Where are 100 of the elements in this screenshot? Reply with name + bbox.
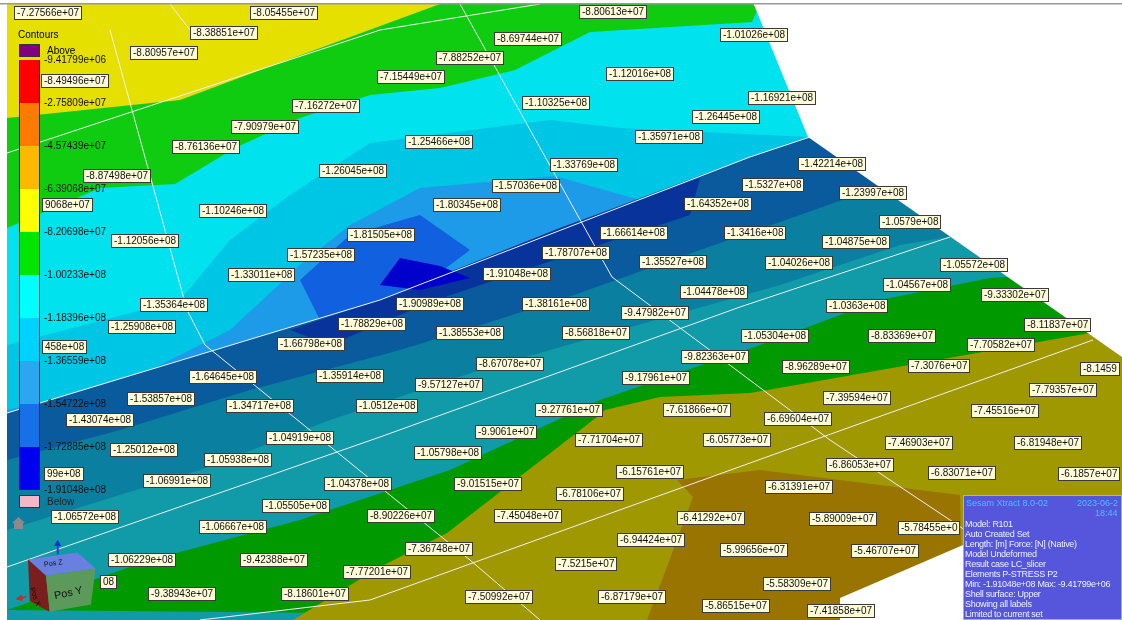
value-label: -1.16921e+08 [748,91,816,105]
info-line: Elements P-STRESS P2 [965,569,1058,579]
value-label: -1.38553e+08 [436,326,504,340]
value-label: -8.80613e+07 [579,5,647,19]
value-label: -9.01515e+07 [454,477,522,491]
legend-label: Above [47,46,76,56]
value-label: -7.77201e+07 [343,565,411,579]
info-line: Min: -1.91048e+08 Max: -9.41799e+06 [965,579,1111,589]
value-label: -1.04378e+08 [324,477,392,491]
value-label: -1.90989e+08 [396,297,464,311]
value-label: -6.94424e+07 [617,533,685,547]
value-label: -7.46903e+07 [885,436,953,450]
value-label: -7.15449e+07 [377,70,445,84]
value-label: -1.04919e+08 [266,431,334,445]
value-label: -1.80345e+08 [433,198,501,212]
legend-value: -8.20698e+07 [44,227,106,237]
value-label: -1.0512e+08 [356,399,419,413]
value-label: 458e+08 [42,340,88,354]
value-label: -7.45048e+07 [494,509,562,523]
value-label: -6.87179e+07 [598,590,666,604]
value-label: -9.42388e+07 [240,553,308,567]
value-label: -5.78455e+0 [898,521,961,535]
value-label: -1.78829e+08 [338,317,406,331]
value-label: -1.04026e+08 [765,256,833,270]
value-label: -1.26445e+08 [692,110,760,124]
value-label: -1.53857e+08 [127,392,195,406]
legend-value: -1.54722e+08 [44,399,106,409]
value-label: -1.05304e+08 [741,329,809,343]
legend-value: -1.18396e+08 [44,313,106,323]
value-label: -1.64645e+08 [189,370,257,384]
cube-face-label: Pos Y [52,583,84,602]
value-label: -1.06229e+08 [108,553,176,567]
value-label: -6.78106e+07 [556,487,624,501]
value-label: -7.90979e+07 [231,120,299,134]
value-label: -6.05773e+07 [703,433,771,447]
legend-value: -6.39068e+07 [44,184,106,194]
info-line: Model Undeformed [965,549,1037,559]
value-label: -8.83369e+07 [868,329,936,343]
value-label: -1.12016e+08 [606,67,674,81]
value-label: -6.69604e+07 [764,412,832,426]
value-label: -1.5327e+08 [742,178,805,192]
value-label: -9.27761e+07 [535,403,603,417]
value-label: -7.39594e+07 [823,391,891,405]
value-label: -1.35364e+08 [140,298,208,312]
view-cube[interactable] [28,552,96,612]
value-label: -1.81505e+08 [347,228,415,242]
value-label: -1.66798e+08 [277,337,345,351]
value-label: -6.31391e+07 [765,480,833,494]
value-label: -1.05798e+08 [414,446,482,460]
value-label: -8.56818e+07 [562,326,630,340]
value-label: -7.70582e+07 [967,338,1035,352]
value-label: -5.86515e+07 [702,599,770,613]
value-label: 99e+08 [44,467,84,481]
value-label: -1.35971e+08 [635,130,703,144]
info-line: Showing all labels [965,599,1032,609]
value-label: -1.0363e+08 [826,299,889,313]
value-label: -1.06667e+08 [199,520,267,534]
value-label: -1.91048e+08 [483,267,551,281]
legend-value: -1.36559e+08 [44,356,106,366]
value-label: -7.27566e+07 [14,6,82,20]
info-line: Limited to current set [965,609,1043,619]
value-label: -7.50992e+07 [465,590,533,604]
value-label: -1.01026e+08 [720,28,788,42]
value-label: -1.10325e+08 [522,96,590,110]
info-line: Length: [m] Force: [N] (Native) [965,539,1077,549]
value-label: -6.83071e+07 [928,466,996,480]
value-label: -1.35914e+08 [316,369,384,383]
value-label: -5.89009e+07 [809,512,877,526]
value-label: -8.67078e+07 [476,357,544,371]
value-label: -5.46707e+07 [851,544,919,558]
value-label: -7.71704e+07 [575,433,643,447]
value-label: -1.26045e+08 [319,164,387,178]
legend-value: -9.41799e+06 [44,55,106,65]
info-line: Auto Created Set [965,529,1030,539]
value-label: -7.79357e+07 [1029,383,1097,397]
legend-value: -4.57439e+07 [44,141,106,151]
value-label: -1.35527e+08 [639,255,707,269]
legend-title: Contours [18,30,59,40]
value-label: -7.61866e+07 [663,403,731,417]
value-label: -1.78707e+08 [542,246,610,260]
value-label: -1.05505e+08 [262,499,330,513]
value-label: -1.57036e+08 [492,179,560,193]
value-label: -9.47982e+07 [621,306,689,320]
value-label: -1.06991e+08 [143,474,211,488]
value-label: -1.05938e+08 [204,453,272,467]
info-title: Sesam Xtract 8.0-02 [966,498,1049,508]
info-line: Result case LC_slicer [965,559,1046,569]
value-label: -8.49496e+07 [41,74,109,88]
value-label: -1.42214e+08 [798,157,866,171]
value-label: -1.06572e+08 [51,510,119,524]
value-label: -6.1857e+07 [1058,467,1121,481]
value-label: -1.23997e+08 [839,186,907,200]
value-label: -1.64352e+08 [684,197,752,211]
legend-value: -1.72885e+08 [44,442,106,452]
value-label: -1.38161e+08 [522,297,590,311]
value-label: -7.36748e+07 [405,542,473,556]
value-label: 08 [100,575,118,589]
value-label: -1.10246e+08 [199,204,267,218]
value-label: -5.99656e+07 [720,543,788,557]
value-label: -8.38851e+07 [190,26,258,40]
